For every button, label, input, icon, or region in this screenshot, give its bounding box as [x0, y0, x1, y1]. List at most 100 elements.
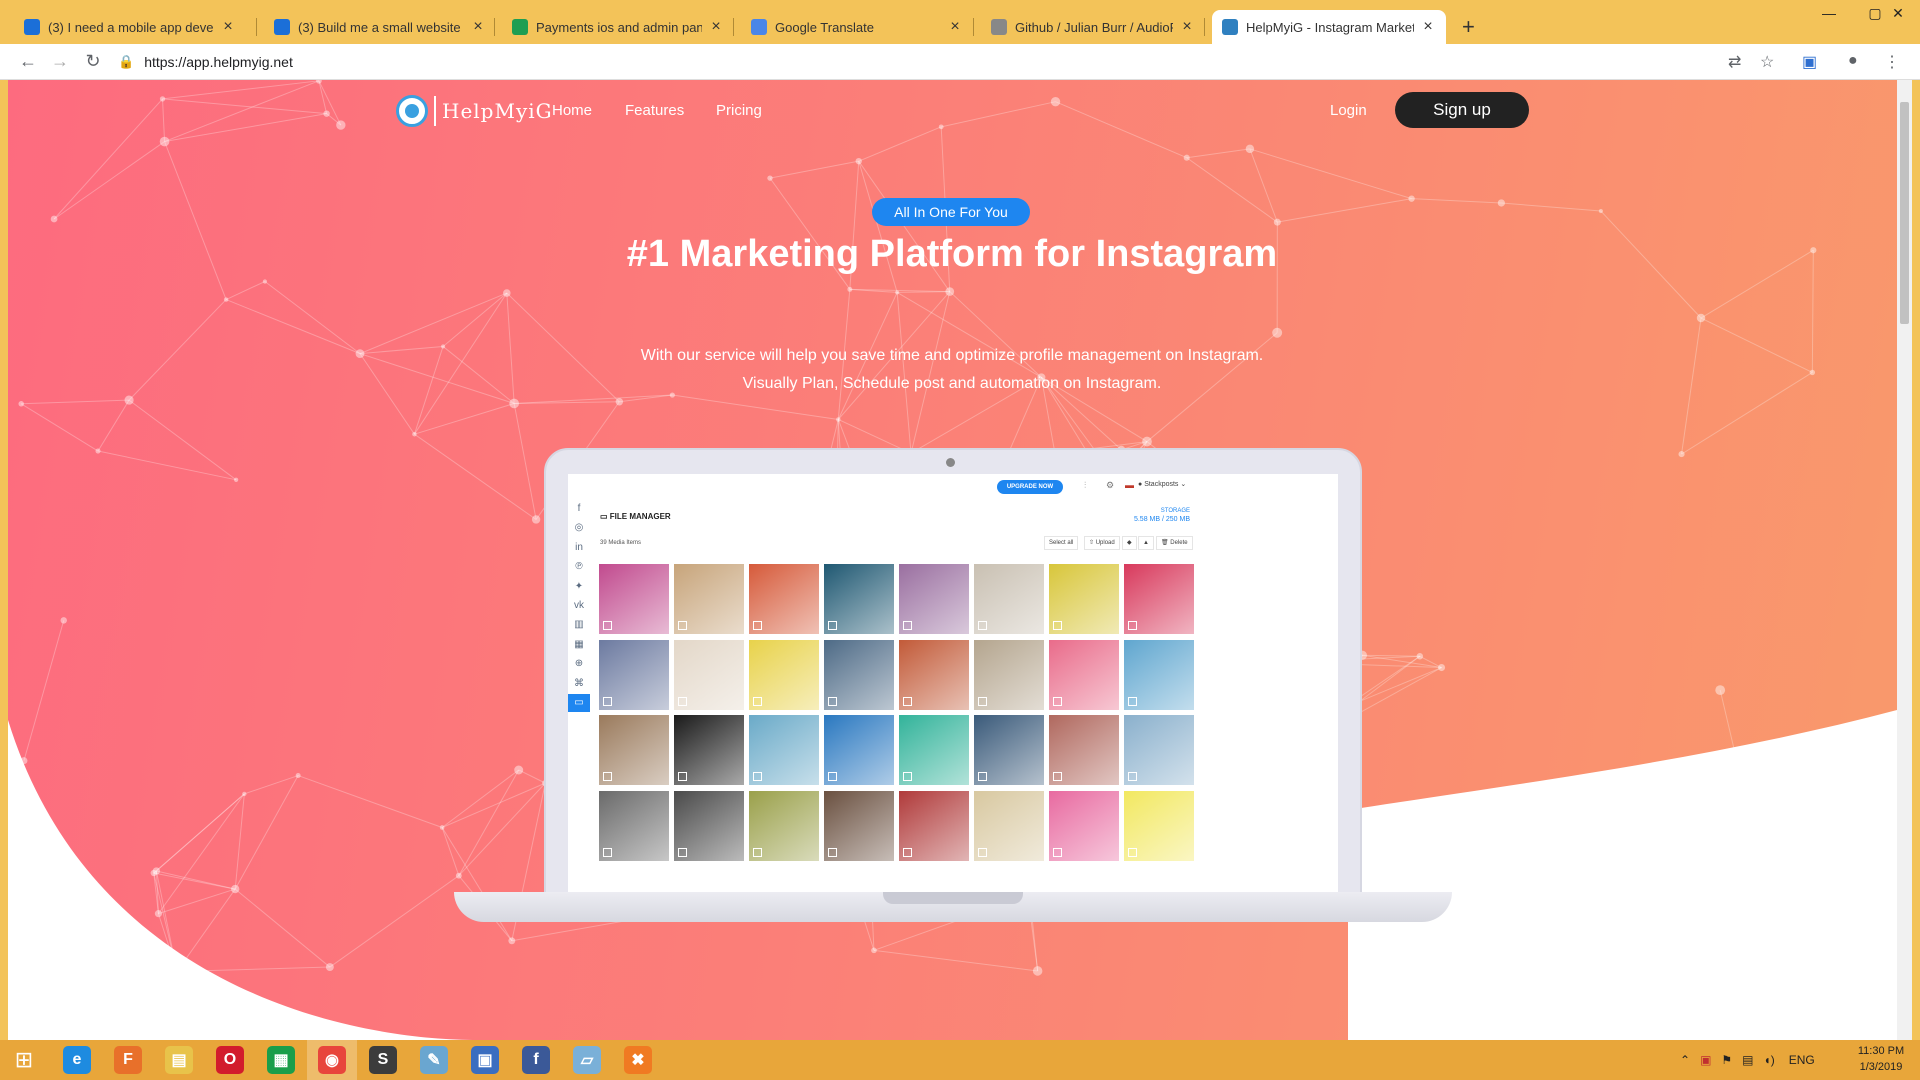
select-checkbox[interactable]: [753, 847, 762, 857]
media-thumbnail[interactable]: [599, 639, 669, 710]
language-indicator[interactable]: ENG: [1789, 1053, 1815, 1067]
media-thumbnail[interactable]: [899, 715, 969, 785]
taskbar-app[interactable]: ✎: [409, 1040, 459, 1080]
plus-circle-icon[interactable]: ⊕: [568, 655, 590, 673]
calendar-icon[interactable]: ▦: [568, 636, 590, 654]
close-window-button[interactable]: ✕: [1876, 0, 1920, 28]
select-checkbox[interactable]: [978, 847, 987, 857]
minimize-button[interactable]: —: [1806, 0, 1852, 28]
media-thumbnail[interactable]: [749, 639, 819, 710]
bookmark-star-icon[interactable]: ☆: [1760, 52, 1774, 72]
media-thumbnail[interactable]: [1124, 715, 1194, 785]
linkedin-icon[interactable]: in: [568, 539, 590, 557]
tagline-badge[interactable]: All In One For You: [872, 198, 1030, 226]
taskbar-app[interactable]: ▣: [460, 1040, 510, 1080]
start-button[interactable]: ⊞: [0, 1040, 48, 1080]
media-thumbnail[interactable]: [1124, 564, 1194, 634]
select-checkbox[interactable]: [678, 621, 687, 630]
select-checkbox[interactable]: [978, 621, 987, 630]
close-tab-icon[interactable]: ×: [708, 18, 724, 36]
select-all-button[interactable]: Select all: [1044, 536, 1079, 550]
network-tray-icon[interactable]: ▤: [1742, 1053, 1753, 1067]
taskbar-app[interactable]: ▦: [256, 1040, 306, 1080]
media-thumbnail[interactable]: [749, 564, 819, 634]
taskbar-app[interactable]: O: [205, 1040, 255, 1080]
taskbar-app[interactable]: S: [358, 1040, 408, 1080]
media-thumbnail[interactable]: [599, 790, 669, 861]
media-thumbnail[interactable]: [1049, 790, 1119, 861]
media-thumbnail[interactable]: [974, 715, 1044, 785]
account-switcher[interactable]: ● Stackposts ⌄: [1138, 480, 1186, 488]
select-checkbox[interactable]: [1053, 621, 1062, 630]
select-checkbox[interactable]: [903, 621, 912, 630]
vk-icon[interactable]: vk: [568, 597, 590, 615]
media-thumbnail[interactable]: [599, 715, 669, 785]
taskbar-app[interactable]: F: [103, 1040, 153, 1080]
taskbar-app[interactable]: ▤: [154, 1040, 204, 1080]
media-thumbnail[interactable]: [674, 715, 744, 785]
select-checkbox[interactable]: [978, 772, 987, 781]
taskbar-app[interactable]: e: [52, 1040, 102, 1080]
select-checkbox[interactable]: [1128, 772, 1137, 781]
dropbox-icon[interactable]: ◆: [1122, 536, 1137, 550]
media-thumbnail[interactable]: [899, 639, 969, 710]
clock[interactable]: 11:30 PM 1/3/2019: [1846, 1043, 1916, 1075]
back-icon[interactable]: ←: [16, 51, 40, 72]
media-thumbnail[interactable]: [674, 790, 744, 861]
tab-4[interactable]: Google Translate ×: [741, 10, 973, 44]
nav-home-link[interactable]: Home: [552, 102, 592, 119]
tray-expand-icon[interactable]: ⌃: [1680, 1053, 1690, 1067]
media-thumbnail[interactable]: [1124, 790, 1194, 861]
close-tab-icon[interactable]: ×: [470, 18, 486, 36]
media-thumbnail[interactable]: [1049, 715, 1119, 785]
select-checkbox[interactable]: [603, 772, 612, 781]
select-checkbox[interactable]: [828, 696, 837, 706]
close-tab-icon[interactable]: ×: [947, 18, 963, 36]
select-checkbox[interactable]: [828, 847, 837, 857]
facebook-icon[interactable]: f: [568, 500, 590, 518]
media-thumbnail[interactable]: [749, 715, 819, 785]
folder-icon[interactable]: ▭: [568, 694, 590, 712]
address-bar[interactable]: 🔒 https://app.helpmyig.net: [118, 49, 1748, 75]
taskbar-app[interactable]: ▱: [562, 1040, 612, 1080]
logo[interactable]: HelpMyiG: [396, 95, 553, 127]
select-checkbox[interactable]: [978, 696, 987, 706]
delete-button[interactable]: 🗑 Delete: [1156, 536, 1193, 550]
media-thumbnail[interactable]: [974, 564, 1044, 634]
media-thumbnail[interactable]: [974, 790, 1044, 861]
select-checkbox[interactable]: [753, 621, 762, 630]
translate-icon[interactable]: ⇄: [1728, 52, 1741, 72]
taskbar-app[interactable]: ◉: [307, 1040, 357, 1080]
select-checkbox[interactable]: [1128, 847, 1137, 857]
select-checkbox[interactable]: [1128, 696, 1137, 706]
signup-button[interactable]: Sign up: [1395, 92, 1529, 128]
taskbar-app[interactable]: ✖: [613, 1040, 663, 1080]
media-thumbnail[interactable]: [1124, 639, 1194, 710]
command-icon[interactable]: ⌘: [568, 675, 590, 693]
media-thumbnail[interactable]: [1049, 639, 1119, 710]
media-thumbnail[interactable]: [899, 564, 969, 634]
twitter-icon[interactable]: ✦: [568, 578, 590, 596]
select-checkbox[interactable]: [1053, 772, 1062, 781]
select-checkbox[interactable]: [678, 772, 687, 781]
select-checkbox[interactable]: [903, 696, 912, 706]
translate-extension-icon[interactable]: ▣: [1802, 52, 1817, 72]
settings-icon[interactable]: ⚙: [1106, 480, 1114, 491]
close-tab-icon[interactable]: ×: [1420, 18, 1436, 36]
media-thumbnail[interactable]: [1049, 564, 1119, 634]
media-thumbnail[interactable]: [749, 790, 819, 861]
nav-pricing-link[interactable]: Pricing: [716, 102, 762, 119]
select-checkbox[interactable]: [603, 621, 612, 630]
instagram-icon[interactable]: ◎: [568, 519, 590, 537]
select-checkbox[interactable]: [1128, 621, 1137, 630]
select-checkbox[interactable]: [753, 696, 762, 706]
scrollbar-thumb[interactable]: [1900, 102, 1909, 324]
media-thumbnail[interactable]: [674, 564, 744, 634]
antivirus-icon[interactable]: ▣: [1700, 1053, 1711, 1067]
volume-icon[interactable]: ◖): [1764, 1053, 1775, 1067]
select-checkbox[interactable]: [903, 772, 912, 781]
forward-icon[interactable]: →: [48, 51, 72, 72]
close-tab-icon[interactable]: ×: [1179, 18, 1195, 36]
select-checkbox[interactable]: [1053, 696, 1062, 706]
media-thumbnail[interactable]: [824, 790, 894, 861]
